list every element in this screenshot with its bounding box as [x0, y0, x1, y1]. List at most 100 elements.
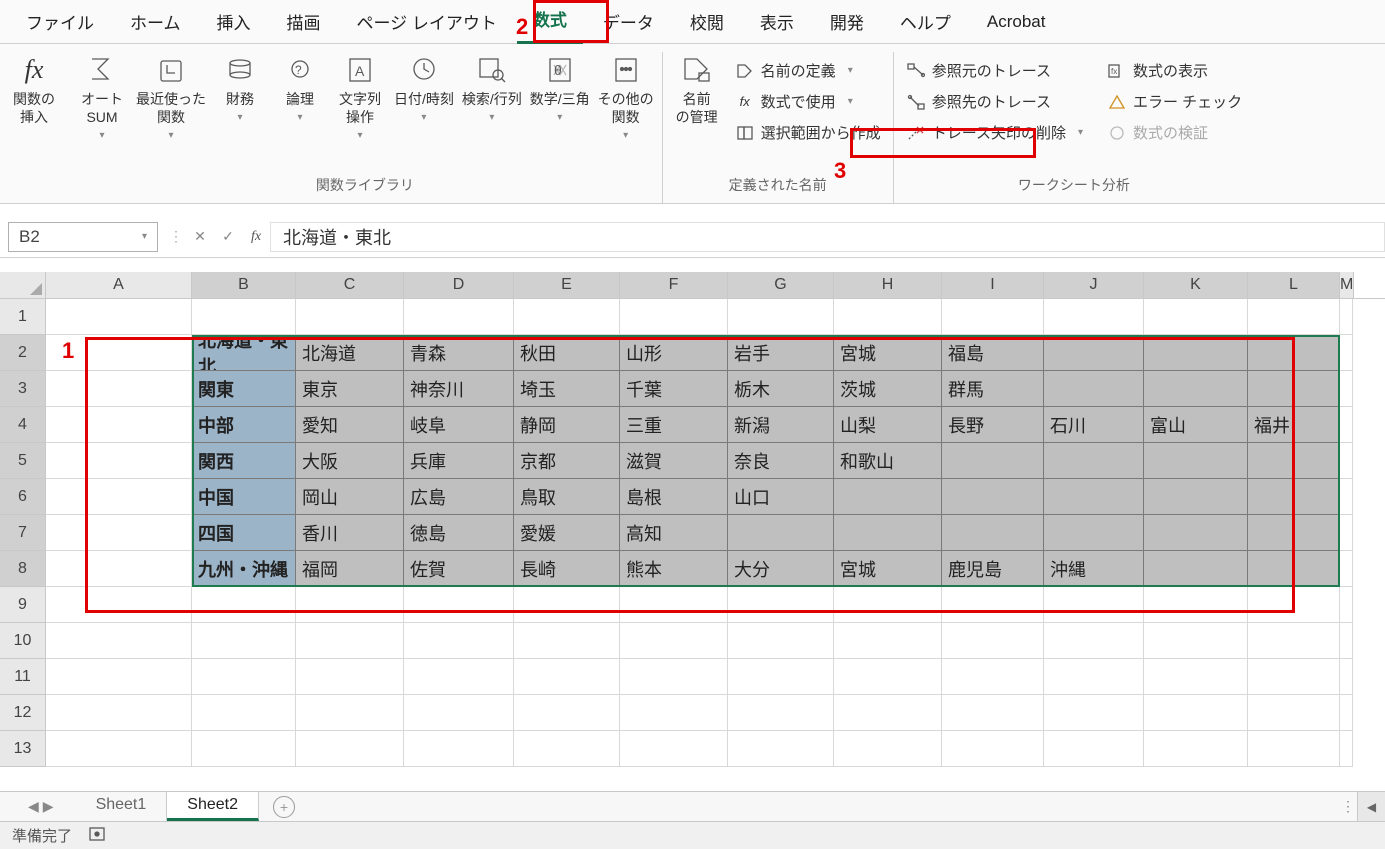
cell-I13[interactable]: [942, 731, 1044, 767]
cell-D13[interactable]: [404, 731, 514, 767]
cell-M8[interactable]: [1340, 551, 1353, 587]
sheet-tab-Sheet2[interactable]: Sheet2: [167, 792, 259, 821]
cell-M5[interactable]: [1340, 443, 1353, 479]
cell-D11[interactable]: [404, 659, 514, 695]
cell-L13[interactable]: [1248, 731, 1340, 767]
row-header-10[interactable]: 10: [0, 623, 46, 659]
cell-F6[interactable]: 島根: [620, 479, 728, 515]
cell-B6[interactable]: 中国: [192, 479, 296, 515]
cell-I8[interactable]: 鹿児島: [942, 551, 1044, 587]
cell-F8[interactable]: 熊本: [620, 551, 728, 587]
cell-B13[interactable]: [192, 731, 296, 767]
row-header-9[interactable]: 9: [0, 587, 46, 623]
col-header-I[interactable]: I: [942, 272, 1044, 298]
cell-F4[interactable]: 三重: [620, 407, 728, 443]
cell-G12[interactable]: [728, 695, 834, 731]
cell-E8[interactable]: 長崎: [514, 551, 620, 587]
cell-F9[interactable]: [620, 587, 728, 623]
cell-L7[interactable]: [1248, 515, 1340, 551]
menu-挿入[interactable]: 挿入: [201, 3, 267, 40]
cell-E6[interactable]: 鳥取: [514, 479, 620, 515]
cell-E12[interactable]: [514, 695, 620, 731]
cell-G6[interactable]: 山口: [728, 479, 834, 515]
cell-M4[interactable]: [1340, 407, 1353, 443]
cell-J8[interactable]: 沖縄: [1044, 551, 1144, 587]
remove-arrows-button[interactable]: トレース矢印の削除▾: [900, 118, 1089, 147]
math-button[interactable]: θ数学/三角▾: [528, 52, 592, 125]
cell-E7[interactable]: 愛媛: [514, 515, 620, 551]
cell-I2[interactable]: 福島: [942, 335, 1044, 371]
cell-I9[interactable]: [942, 587, 1044, 623]
cell-G2[interactable]: 岩手: [728, 335, 834, 371]
cell-J9[interactable]: [1044, 587, 1144, 623]
menu-描画[interactable]: 描画: [271, 3, 337, 40]
cell-G7[interactable]: [728, 515, 834, 551]
cell-C12[interactable]: [296, 695, 404, 731]
logic-button[interactable]: ?論理▾: [272, 52, 328, 125]
cell-A4[interactable]: [46, 407, 192, 443]
cell-L1[interactable]: [1248, 299, 1340, 335]
autosum-button[interactable]: オート SUM▾: [74, 52, 130, 143]
col-header-F[interactable]: F: [620, 272, 728, 298]
cell-F12[interactable]: [620, 695, 728, 731]
cell-K13[interactable]: [1144, 731, 1248, 767]
cell-A6[interactable]: [46, 479, 192, 515]
cell-L3[interactable]: [1248, 371, 1340, 407]
cell-D1[interactable]: [404, 299, 514, 335]
cell-C4[interactable]: 愛知: [296, 407, 404, 443]
cell-H7[interactable]: [834, 515, 942, 551]
cell-M1[interactable]: [1340, 299, 1353, 335]
cell-K7[interactable]: [1144, 515, 1248, 551]
cell-G10[interactable]: [728, 623, 834, 659]
add-sheet-button[interactable]: +: [273, 796, 295, 818]
cell-A7[interactable]: [46, 515, 192, 551]
cell-K3[interactable]: [1144, 371, 1248, 407]
cell-C3[interactable]: 東京: [296, 371, 404, 407]
cell-G3[interactable]: 栃木: [728, 371, 834, 407]
col-header-K[interactable]: K: [1144, 272, 1248, 298]
cell-F3[interactable]: 千葉: [620, 371, 728, 407]
cell-G11[interactable]: [728, 659, 834, 695]
error-check-button[interactable]: エラー チェック: [1101, 87, 1248, 116]
cell-J10[interactable]: [1044, 623, 1144, 659]
cell-A2[interactable]: [46, 335, 192, 371]
menu-ページ レイアウト[interactable]: ページ レイアウト: [341, 3, 513, 40]
show-formulas-button[interactable]: fx数式の表示: [1101, 56, 1248, 85]
cell-G4[interactable]: 新潟: [728, 407, 834, 443]
cell-B7[interactable]: 四国: [192, 515, 296, 551]
cell-E1[interactable]: [514, 299, 620, 335]
cell-F7[interactable]: 高知: [620, 515, 728, 551]
recent-button[interactable]: 最近使った 関数▾: [134, 52, 208, 143]
cell-K2[interactable]: [1144, 335, 1248, 371]
cell-H11[interactable]: [834, 659, 942, 695]
cell-M13[interactable]: [1340, 731, 1353, 767]
cell-K11[interactable]: [1144, 659, 1248, 695]
cell-H12[interactable]: [834, 695, 942, 731]
name-box[interactable]: B2▾: [8, 222, 158, 252]
row-header-7[interactable]: 7: [0, 515, 46, 551]
cell-B1[interactable]: [192, 299, 296, 335]
row-header-3[interactable]: 3: [0, 371, 46, 407]
other-button[interactable]: その他の 関数▾: [596, 52, 656, 143]
row-header-11[interactable]: 11: [0, 659, 46, 695]
cell-A9[interactable]: [46, 587, 192, 623]
confirm-icon[interactable]: ✓: [214, 222, 242, 252]
formula-input[interactable]: 北海道・東北: [270, 222, 1385, 252]
cell-E3[interactable]: 埼玉: [514, 371, 620, 407]
cell-C1[interactable]: [296, 299, 404, 335]
fx-icon[interactable]: fx: [242, 222, 270, 252]
cell-A3[interactable]: [46, 371, 192, 407]
cell-A8[interactable]: [46, 551, 192, 587]
row-header-6[interactable]: 6: [0, 479, 46, 515]
cell-D4[interactable]: 岐阜: [404, 407, 514, 443]
cell-D6[interactable]: 広島: [404, 479, 514, 515]
cell-A11[interactable]: [46, 659, 192, 695]
tab-nav[interactable]: ◀▶: [28, 798, 54, 815]
cell-K5[interactable]: [1144, 443, 1248, 479]
cell-J2[interactable]: [1044, 335, 1144, 371]
macro-icon[interactable]: [88, 826, 106, 846]
cell-M6[interactable]: [1340, 479, 1353, 515]
cell-J6[interactable]: [1044, 479, 1144, 515]
col-header-A[interactable]: A: [46, 272, 192, 298]
col-header-L[interactable]: L: [1248, 272, 1340, 298]
